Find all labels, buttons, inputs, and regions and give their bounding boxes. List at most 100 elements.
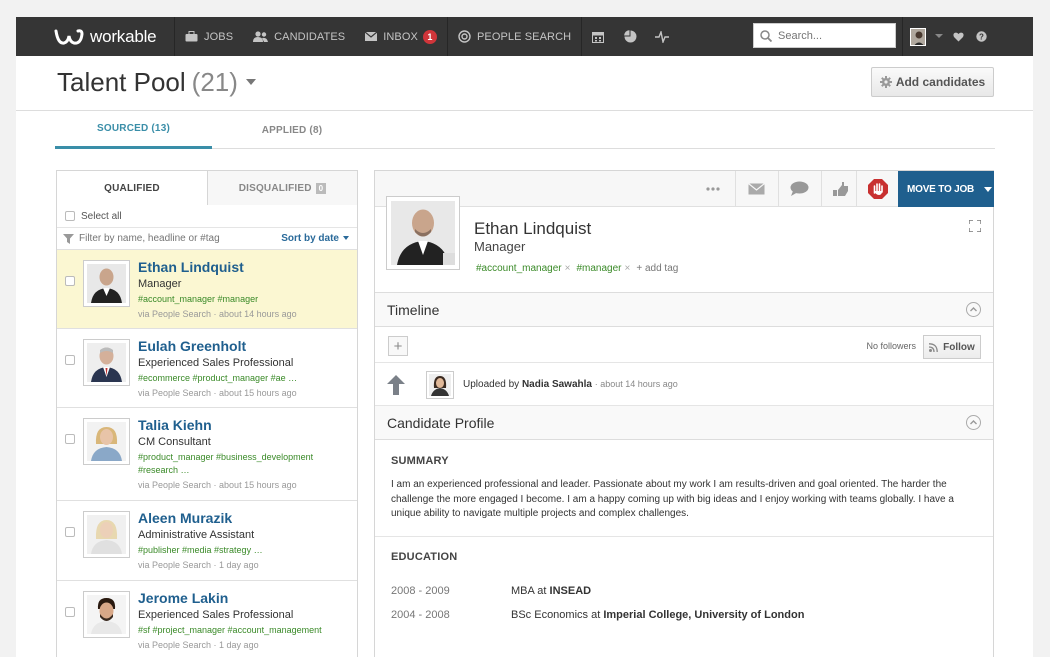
search-input[interactable] bbox=[778, 29, 888, 42]
candidate-checkbox[interactable] bbox=[65, 434, 75, 444]
candidate-checkbox[interactable] bbox=[65, 355, 75, 365]
profile-headline: Manager bbox=[474, 239, 526, 254]
timeline-header: Timeline bbox=[375, 293, 993, 327]
collapse-timeline-button[interactable] bbox=[966, 302, 981, 317]
candidate-tags: #ecommerce #product_manager #ae … bbox=[138, 373, 298, 383]
heart-icon[interactable] bbox=[953, 32, 964, 42]
chevron-down-icon[interactable] bbox=[935, 34, 943, 39]
candidate-checkbox[interactable] bbox=[65, 276, 75, 286]
candidate-source: via People Search · about 15 hours ago bbox=[138, 388, 297, 398]
filter-bar: Sort by date bbox=[57, 227, 357, 250]
timeline-event-text: Uploaded by Nadia Sawahla · about 14 hou… bbox=[463, 379, 678, 390]
caret-down-icon[interactable] bbox=[245, 79, 256, 86]
profile-tag[interactable]: #account_manager bbox=[476, 263, 562, 274]
nav-calendar[interactable] bbox=[582, 17, 614, 56]
candidate-card[interactable]: Talia Kiehn CM Consultant #product_manag… bbox=[57, 408, 357, 501]
pie-chart-icon bbox=[623, 30, 637, 43]
candidate-name[interactable]: Talia Kiehn bbox=[138, 417, 349, 433]
candidate-info: Eulah Greenholt Experienced Sales Profes… bbox=[138, 338, 349, 399]
page-title[interactable]: Talent Pool (21) bbox=[57, 67, 256, 98]
timeline-toolbar: + No followers Follow bbox=[375, 327, 993, 363]
person-photo-icon bbox=[87, 422, 126, 461]
nav-activity[interactable] bbox=[646, 17, 678, 56]
candidate-checkbox[interactable] bbox=[65, 607, 75, 617]
disqualify-button[interactable] bbox=[856, 171, 898, 206]
select-all-checkbox[interactable] bbox=[65, 211, 75, 221]
candidate-card[interactable]: Jerome Lakin Experienced Sales Professio… bbox=[57, 581, 357, 657]
more-actions-button[interactable] bbox=[692, 171, 734, 206]
candidate-source: via People Search · about 15 hours ago bbox=[138, 480, 297, 490]
remove-tag-icon[interactable]: × bbox=[625, 263, 631, 274]
tab-sourced[interactable]: SOURCED (13) bbox=[55, 111, 212, 149]
select-all-row[interactable]: Select all bbox=[57, 205, 357, 227]
nav-jobs[interactable]: JOBS bbox=[175, 17, 243, 56]
help-icon[interactable]: ? bbox=[976, 31, 987, 42]
education-school: Imperial College, University of London bbox=[603, 609, 805, 621]
global-search[interactable] bbox=[753, 23, 896, 48]
candidate-name[interactable]: Eulah Greenholt bbox=[138, 338, 349, 354]
candidate-list-panel: QUALIFIED DISQUALIFIED 0 Select all Sort… bbox=[56, 170, 358, 657]
sort-dropdown[interactable]: Sort by date bbox=[281, 233, 349, 244]
chevron-up-icon bbox=[970, 420, 977, 425]
follow-button[interactable]: Follow bbox=[923, 335, 981, 359]
search-icon bbox=[760, 29, 772, 42]
chevron-up-icon bbox=[970, 307, 977, 312]
stop-hand-icon bbox=[867, 178, 888, 199]
event-user[interactable]: Nadia Sawahla bbox=[522, 379, 592, 390]
brand-logo[interactable]: workable bbox=[16, 17, 175, 56]
candidate-photo bbox=[83, 260, 130, 307]
nav-candidates[interactable]: CANDIDATES bbox=[243, 17, 355, 56]
caret-down-icon bbox=[984, 186, 993, 192]
nav-inbox[interactable]: INBOX 1 bbox=[355, 17, 447, 56]
inbox-badge: 1 bbox=[422, 29, 437, 44]
expand-button[interactable] bbox=[968, 219, 982, 237]
nav-people-search[interactable]: PEOPLE SEARCH bbox=[448, 17, 581, 56]
candidate-tags: #account_manager #manager bbox=[138, 294, 259, 304]
envelope-icon bbox=[365, 32, 378, 41]
tab-qualified[interactable]: QUALIFIED bbox=[57, 171, 208, 205]
app-window: workable JOBS CANDIDATES INBOX 1 PEOPLE … bbox=[16, 17, 1033, 657]
add-candidates-button[interactable]: Add candidates bbox=[871, 67, 994, 97]
tab-applied[interactable]: APPLIED (8) bbox=[212, 111, 372, 149]
workable-logo-icon bbox=[54, 28, 84, 45]
candidate-info: Aleen Murazik Administrative Assistant #… bbox=[138, 510, 349, 571]
candidate-source: via People Search · 1 day ago bbox=[138, 640, 259, 650]
add-tag-link[interactable]: + add tag bbox=[636, 263, 678, 274]
candidate-card[interactable]: Aleen Murazik Administrative Assistant #… bbox=[57, 501, 357, 581]
disqualified-count-badge: 0 bbox=[315, 182, 327, 194]
follow-label: Follow bbox=[943, 341, 975, 353]
user-avatar[interactable] bbox=[910, 27, 926, 46]
candidate-large-photo[interactable] bbox=[386, 196, 460, 270]
nav-reports[interactable] bbox=[614, 17, 646, 56]
candidate-tags: #sf #project_manager #account_management bbox=[138, 625, 322, 635]
add-event-button[interactable]: + bbox=[388, 336, 408, 356]
profile-header: Ethan Lindquist Manager #account_manager… bbox=[375, 196, 993, 293]
candidate-source: via People Search · about 14 hours ago bbox=[138, 309, 297, 319]
candidate-card[interactable]: Eulah Greenholt Experienced Sales Profes… bbox=[57, 329, 357, 408]
remove-tag-icon[interactable]: × bbox=[565, 263, 571, 274]
candidate-name[interactable]: Ethan Lindquist bbox=[138, 259, 349, 275]
move-to-job-button[interactable]: MOVE TO JOB bbox=[898, 171, 994, 207]
nav-candidates-label: CANDIDATES bbox=[274, 30, 346, 43]
caret-down-icon bbox=[343, 236, 349, 241]
profile-tags: #account_manager × #manager × + add tag bbox=[476, 263, 678, 274]
collapse-profile-button[interactable] bbox=[966, 415, 981, 430]
expand-icon bbox=[968, 219, 982, 233]
tab-disqualified[interactable]: DISQUALIFIED 0 bbox=[208, 171, 357, 205]
person-photo-icon bbox=[87, 515, 126, 554]
add-candidates-label: Add candidates bbox=[895, 75, 986, 89]
candidate-card[interactable]: Ethan Lindquist Manager #account_manager… bbox=[57, 250, 357, 329]
send-email-button[interactable] bbox=[735, 171, 777, 206]
education-title: EDUCATION bbox=[391, 551, 458, 563]
profile-tag[interactable]: #manager bbox=[576, 263, 621, 274]
candidate-name[interactable]: Jerome Lakin bbox=[138, 590, 349, 606]
candidate-checkbox[interactable] bbox=[65, 527, 75, 537]
tab-disqualified-label: DISQUALIFIED bbox=[238, 182, 312, 194]
candidate-info: Ethan Lindquist Manager #account_manager… bbox=[138, 259, 349, 320]
candidate-name[interactable]: Aleen Murazik bbox=[138, 510, 349, 526]
plus-icon: + bbox=[636, 263, 645, 274]
filter-input[interactable] bbox=[79, 233, 269, 244]
uploader-avatar bbox=[426, 371, 454, 399]
comment-button[interactable] bbox=[778, 171, 820, 206]
candidate-photo bbox=[83, 591, 130, 638]
